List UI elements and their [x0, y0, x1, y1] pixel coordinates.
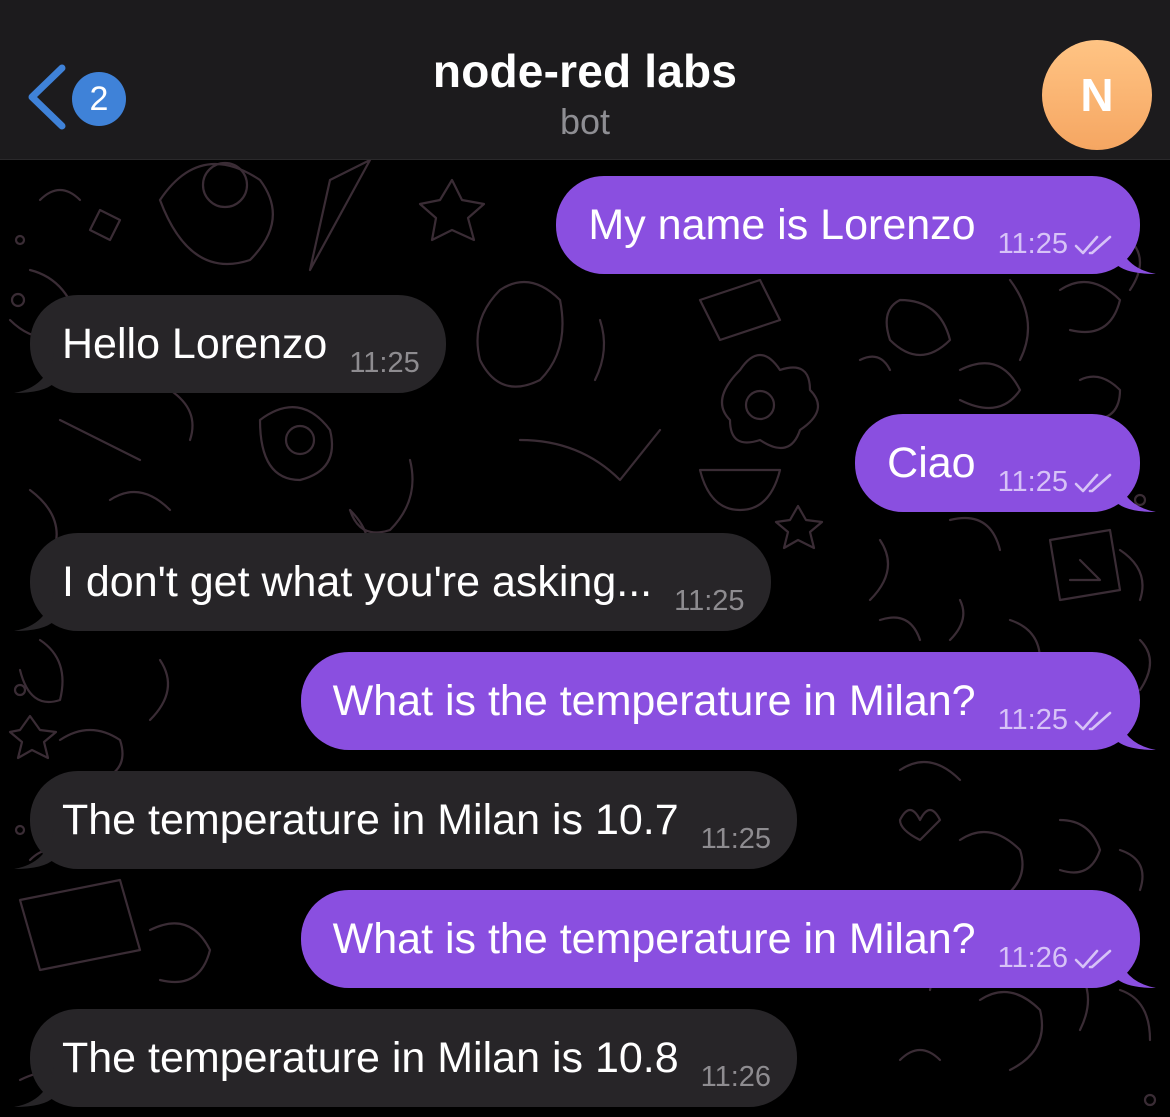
message-time: 11:25: [674, 585, 745, 617]
message-meta: 11:25: [998, 433, 1114, 531]
chat-subtitle: bot: [559, 101, 611, 142]
unread-count-badge: 2: [72, 72, 126, 126]
message-incoming[interactable]: The temperature in Milan is 10.8 11:26: [14, 1009, 798, 1107]
message-meta: 11:26: [998, 909, 1114, 1007]
chat-screen: 2 node-red labs bot N My name is Lorenzo…: [0, 0, 1170, 1117]
bubble-tail: [1116, 472, 1156, 512]
back-button[interactable]: 2: [18, 58, 138, 134]
message-time: 11:25: [700, 823, 772, 855]
double-check-icon: [1074, 712, 1112, 731]
message-text: The temperature in Milan is 10.8: [62, 1034, 679, 1082]
bubble-tail: [14, 829, 54, 869]
message-incoming[interactable]: Hello Lorenzo 11:25: [14, 295, 446, 393]
double-check-icon: [1074, 236, 1112, 255]
avatar[interactable]: N: [1042, 40, 1152, 150]
message-text: What is the temperature in Milan?: [332, 677, 976, 725]
message-outgoing[interactable]: What is the temperature in Milan? 11:25: [300, 652, 1156, 750]
message-time: 11:25: [997, 704, 1068, 736]
bubble-tail: [14, 591, 54, 631]
bubble-tail: [14, 353, 54, 393]
bubble-tail: [1116, 948, 1156, 988]
message-text: What is the temperature in Milan?: [332, 915, 976, 963]
message-text: My name is Lorenzo: [588, 201, 976, 249]
message-time: 11:25: [997, 228, 1068, 260]
message-time: 11:25: [997, 466, 1068, 498]
chat-title: node-red labs: [432, 45, 738, 97]
message-incoming[interactable]: I don't get what you're asking... 11:25: [14, 533, 771, 631]
message-time: 11:25: [349, 347, 420, 379]
chevron-left-icon: [28, 64, 66, 130]
message-time: 11:26: [700, 1061, 772, 1093]
message-meta: 11:25: [998, 671, 1114, 769]
message-text: Ciao: [887, 439, 976, 487]
chat-header: 2 node-red labs bot N: [0, 0, 1170, 160]
bubble-tail: [14, 1067, 54, 1107]
message-outgoing[interactable]: Ciao 11:25: [855, 414, 1156, 512]
message-meta: 11:25: [998, 195, 1114, 293]
message-text: The temperature in Milan is 10.7: [62, 796, 679, 844]
message-time: 11:26: [997, 942, 1068, 974]
chat-title-block[interactable]: node-red labs bot: [285, 42, 885, 144]
message-outgoing[interactable]: What is the temperature in Milan? 11:26: [300, 890, 1156, 988]
double-check-icon: [1074, 950, 1112, 969]
message-text: I don't get what you're asking...: [62, 558, 653, 606]
double-check-icon: [1074, 474, 1112, 493]
message-text: Hello Lorenzo: [62, 320, 328, 368]
bubble-tail: [1116, 710, 1156, 750]
message-outgoing[interactable]: My name is Lorenzo 11:25: [556, 176, 1156, 274]
bubble-tail: [1116, 234, 1156, 274]
message-incoming[interactable]: The temperature in Milan is 10.7 11:25: [14, 771, 798, 869]
